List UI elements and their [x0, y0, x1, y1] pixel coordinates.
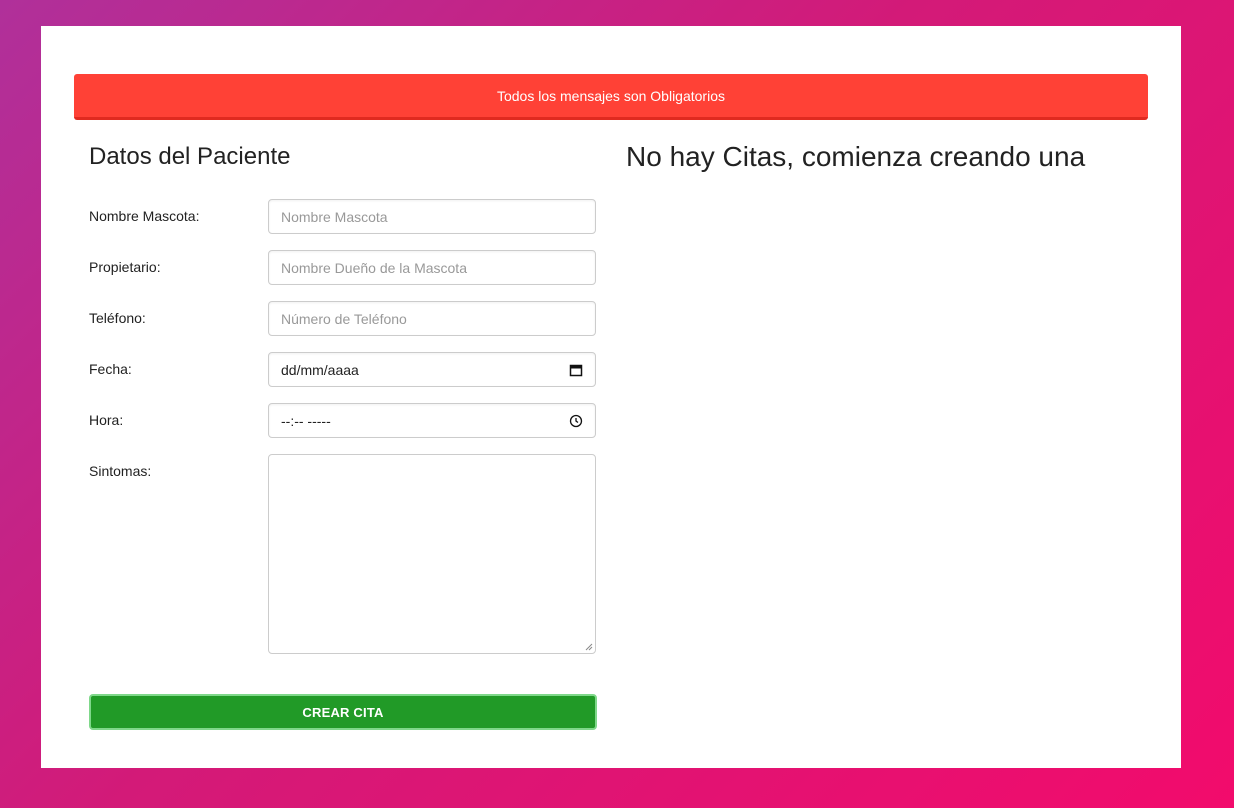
label-propietario: Propietario:	[89, 259, 161, 275]
propietario-placeholder: Nombre Dueño de la Mascota	[281, 259, 467, 276]
main-card: Todos los mensajes son Obligatorios Dato…	[41, 26, 1181, 768]
fecha-input[interactable]: dd/mm/aaaa	[268, 352, 596, 387]
telefono-placeholder: Número de Teléfono	[281, 310, 407, 327]
mascota-placeholder: Nombre Mascota	[281, 208, 388, 225]
crear-cita-label: CREAR CITA	[302, 704, 384, 720]
appointment-form: Datos del Paciente Nombre Mascota: Nombr…	[89, 142, 597, 730]
label-telefono: Teléfono:	[89, 310, 146, 326]
telefono-input[interactable]: Número de Teléfono	[268, 301, 596, 336]
error-alert: Todos los mensajes son Obligatorios	[74, 74, 1148, 120]
empty-appointments-message: No hay Citas, comienza creando una	[626, 141, 1086, 172]
resize-grip-icon[interactable]	[585, 643, 593, 651]
calendar-icon[interactable]	[569, 363, 583, 377]
fecha-display: dd/mm/aaaa	[281, 361, 359, 378]
hora-input[interactable]: --:-- -----	[268, 403, 596, 438]
label-fecha: Fecha:	[89, 361, 132, 377]
hora-display: --:-- -----	[281, 412, 331, 429]
mascota-input[interactable]: Nombre Mascota	[268, 199, 596, 234]
sintomas-textarea[interactable]	[268, 454, 596, 654]
crear-cita-button[interactable]: CREAR CITA	[89, 694, 597, 730]
label-mascota: Nombre Mascota:	[89, 208, 200, 224]
appointments-panel: No hay Citas, comienza creando una	[626, 140, 1146, 174]
clock-icon[interactable]	[569, 414, 583, 428]
error-alert-text: Todos los mensajes son Obligatorios	[496, 87, 725, 104]
label-hora: Hora:	[89, 412, 124, 428]
propietario-input[interactable]: Nombre Dueño de la Mascota	[268, 250, 596, 285]
label-sintomas: Sintomas:	[89, 463, 152, 479]
form-title: Datos del Paciente	[89, 143, 291, 170]
